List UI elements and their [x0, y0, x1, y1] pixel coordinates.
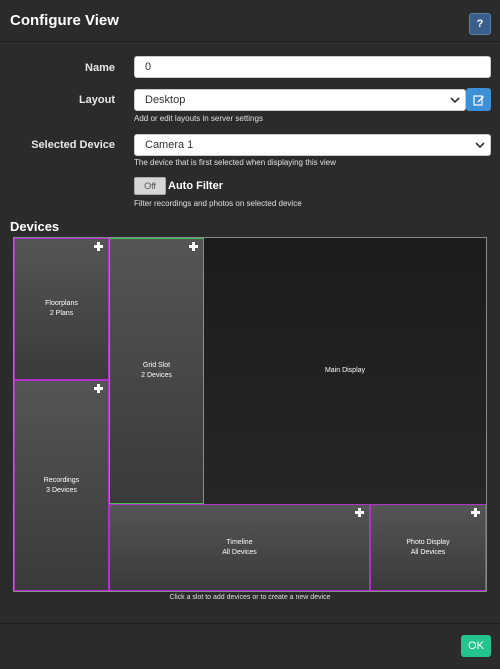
- slot-grid-name: Grid Slot: [142, 362, 171, 369]
- slot-timeline[interactable]: Timeline All Devices: [109, 504, 370, 591]
- name-label: Name: [85, 62, 115, 74]
- auto-filter-label: Auto Filter: [168, 180, 223, 192]
- slot-floorplans-name: Floorplans: [45, 300, 78, 307]
- slot-floorplans-detail: 2 Plans: [49, 310, 74, 317]
- selected-device-value: Camera 1: [145, 139, 194, 151]
- edit-layout-button[interactable]: [466, 88, 491, 111]
- selected-device-label: Selected Device: [31, 139, 115, 151]
- name-input[interactable]: 0: [134, 56, 491, 78]
- help-button[interactable]: ?: [469, 13, 491, 35]
- layout-select[interactable]: Desktop: [134, 89, 466, 111]
- chevron-down-icon: [475, 142, 485, 149]
- auto-filter-toggle[interactable]: Off: [134, 177, 166, 195]
- devices-hint-text: Click a slot to add devices or to create…: [169, 594, 331, 601]
- selected-device-help-text: The device that is first selected when d…: [134, 158, 336, 167]
- add-icon[interactable]: [94, 242, 103, 251]
- add-icon[interactable]: [94, 384, 103, 393]
- slot-floorplans[interactable]: Floorplans 2 Plans: [14, 238, 109, 380]
- slot-recordings-detail: 3 Devices: [46, 486, 77, 494]
- layout-label: Layout: [78, 94, 115, 106]
- slot-recordings[interactable]: Recordings 3 Devices: [14, 380, 109, 591]
- auto-filter-help-text: Filter recordings and photos on selected…: [134, 199, 302, 208]
- slot-timeline-detail: All Devices: [222, 548, 257, 556]
- slot-recordings-name: Recordings: [43, 476, 80, 484]
- selected-device-select[interactable]: Camera 1: [134, 134, 491, 156]
- layout-help-text: Add or edit layouts in server settings: [134, 114, 263, 123]
- slot-photo-display[interactable]: Photo Display All Devices: [370, 504, 486, 591]
- layout-value: Desktop: [145, 94, 186, 106]
- devices-title: Devices: [10, 219, 60, 234]
- name-value: 0: [145, 61, 152, 73]
- slot-photo-detail: All Devices: [410, 548, 446, 556]
- add-icon[interactable]: [355, 508, 364, 517]
- add-icon[interactable]: [471, 508, 480, 517]
- dialog-footer: [0, 623, 500, 669]
- chevron-down-icon: [450, 97, 460, 104]
- slot-photo-name: Photo Display: [406, 538, 450, 546]
- devices-layout: Floorplans 2 Plans Grid Slot 2 Devices M…: [13, 237, 487, 592]
- slot-main-display[interactable]: Main Display: [204, 238, 486, 504]
- pencil-square-icon: [472, 94, 484, 106]
- ok-button[interactable]: OK: [461, 635, 491, 657]
- dialog-title: Configure View: [10, 12, 119, 29]
- slot-timeline-name: Timeline: [226, 538, 253, 546]
- slot-main-name: Main Display: [324, 367, 366, 374]
- slot-grid-detail: 2 Devices: [141, 372, 172, 379]
- dialog-header: Configure View ?: [0, 0, 500, 42]
- slot-grid[interactable]: Grid Slot 2 Devices: [109, 238, 204, 504]
- add-icon[interactable]: [189, 242, 198, 251]
